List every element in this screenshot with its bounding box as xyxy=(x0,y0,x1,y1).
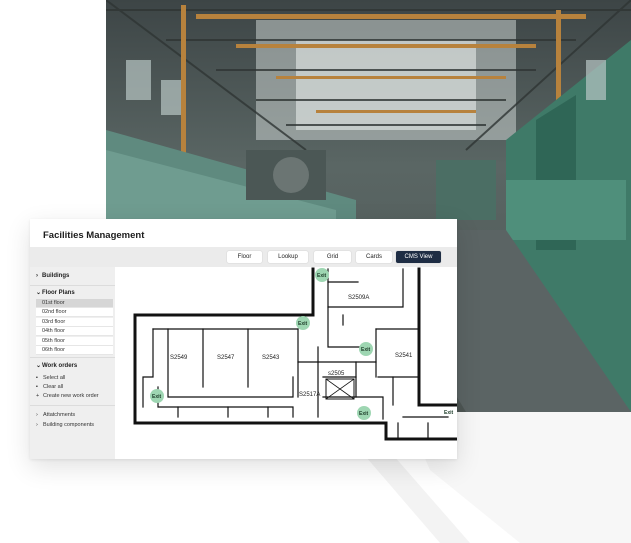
room-label-s2541: S2541 xyxy=(395,353,413,359)
floor-plan-canvas[interactable]: S2549 S2547 S2543 S2509A S2541 s2505 S25… xyxy=(118,267,457,459)
exit-label: Exit xyxy=(361,347,371,353)
work-orders-label: Work orders xyxy=(42,363,78,369)
facilities-app-window: Facilities Management Floor Lookup Grid … xyxy=(30,219,457,459)
bullet-icon: ▪ xyxy=(36,384,38,390)
room-label-s2509a: S2509A xyxy=(348,295,369,301)
exit-marker[interactable]: Exit xyxy=(315,268,329,282)
room-label-s2517a: S2517A xyxy=(299,392,320,398)
clear-all-action[interactable]: ▪ Clear all xyxy=(36,384,63,390)
floor-item-04[interactable]: 04th floor xyxy=(36,327,113,336)
room-label-s2547: S2547 xyxy=(217,355,235,361)
sidebar-section-attachments[interactable]: › Attatchments xyxy=(36,412,75,418)
room-label-s2505: s2505 xyxy=(328,371,345,377)
tab-floor[interactable]: Floor xyxy=(227,251,262,263)
floor-item-06[interactable]: 06th floor xyxy=(36,346,113,355)
create-work-order-action[interactable]: + Create new work order xyxy=(36,393,99,399)
select-all-label: Select all xyxy=(43,375,66,381)
app-title: Facilities Management xyxy=(43,230,145,241)
tab-lookup[interactable]: Lookup xyxy=(268,251,308,263)
sidebar: › Buildings ⌄Floor Plans 01st floor 02nd … xyxy=(30,267,115,459)
room-label-s2549: S2549 xyxy=(170,355,188,361)
tab-grid[interactable]: Grid xyxy=(314,251,351,263)
clear-all-label: Clear all xyxy=(43,384,64,390)
create-work-order-label: Create new work order xyxy=(43,393,99,399)
exit-marker[interactable]: Exit xyxy=(296,316,310,330)
chevron-right-icon: › xyxy=(36,422,38,428)
attachments-label: Attatchments xyxy=(43,412,76,418)
divider xyxy=(30,357,115,358)
exit-marker[interactable]: Exit xyxy=(357,406,371,420)
exit-marker[interactable]: Exit xyxy=(359,342,373,356)
divider xyxy=(30,405,115,406)
exit-label: Exit xyxy=(317,273,327,279)
building-components-label: Building components xyxy=(43,422,95,428)
exit-marker[interactable]: Exit xyxy=(150,389,164,403)
bullet-icon: ▪ xyxy=(36,375,38,381)
floor-item-01[interactable]: 01st floor xyxy=(36,299,113,308)
sidebar-section-building-components[interactable]: › Building components xyxy=(36,422,94,428)
floor-item-03[interactable]: 03rd floor xyxy=(36,318,113,327)
plus-icon: + xyxy=(36,393,40,399)
exit-label: Exit xyxy=(444,410,454,416)
room-label-s2543: S2543 xyxy=(262,355,280,361)
exit-label: Exit xyxy=(152,394,162,400)
view-toolbar: Floor Lookup Grid Cards CMS View xyxy=(30,247,457,267)
select-all-action[interactable]: ▪ Select all xyxy=(36,375,65,381)
floor-item-05[interactable]: 05th floor xyxy=(36,337,113,346)
divider xyxy=(30,285,115,286)
chevron-right-icon: › xyxy=(36,412,38,418)
sidebar-section-work-orders[interactable]: ⌄Work orders xyxy=(36,362,77,369)
buildings-label: Buildings xyxy=(42,273,70,279)
floor-plans-label: Floor Plans xyxy=(42,290,75,296)
exit-label: Exit xyxy=(359,411,369,417)
tab-cards[interactable]: Cards xyxy=(356,251,392,263)
exit-label: Exit xyxy=(298,321,308,327)
sidebar-section-buildings[interactable]: › Buildings xyxy=(36,273,69,279)
sidebar-section-floor-plans[interactable]: ⌄Floor Plans xyxy=(36,289,75,296)
tab-cms-view[interactable]: CMS View xyxy=(396,251,441,263)
floor-item-02[interactable]: 02nd floor xyxy=(36,308,113,317)
